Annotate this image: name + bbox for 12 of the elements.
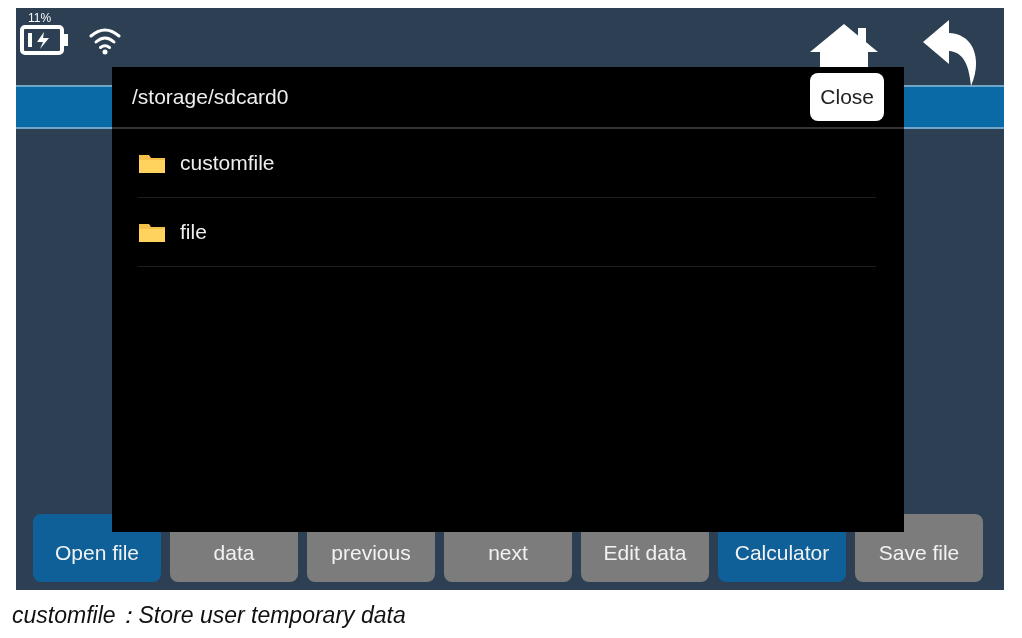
toolbar-button[interactable]: Save file (855, 514, 983, 582)
battery-percentage: 11% (28, 12, 52, 25)
folder-icon (138, 221, 166, 243)
toolbar-button[interactable]: Open file (33, 514, 161, 582)
battery-charging-icon (20, 25, 70, 55)
wifi-icon (88, 26, 122, 56)
close-button[interactable]: Close (810, 73, 884, 121)
folder-name[interactable]: file (180, 220, 207, 244)
folder-path: /storage/sdcard0 (132, 85, 289, 109)
folder-icon (138, 152, 166, 174)
caption: customfile：Store user temporary data (12, 602, 406, 628)
folder-name[interactable]: customfile (180, 151, 275, 175)
